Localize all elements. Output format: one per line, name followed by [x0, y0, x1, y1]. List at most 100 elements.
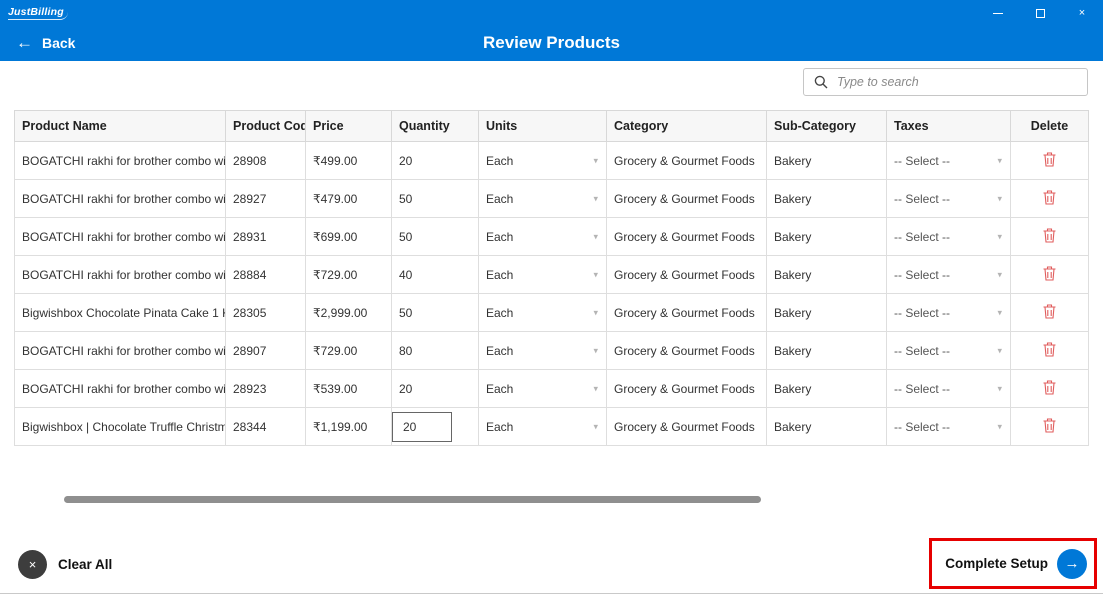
taxes-dropdown[interactable]: -- Select -- ▾: [886, 293, 1011, 332]
taxes-value: -- Select --: [894, 267, 951, 282]
units-value: Each: [486, 229, 514, 244]
units-dropdown[interactable]: Each ▾: [478, 217, 607, 256]
category-cell: Grocery & Gourmet Foods: [606, 255, 767, 294]
minimize-button[interactable]: [977, 0, 1019, 26]
units-value: Each: [486, 419, 514, 434]
table-row: BOGATCHI rakhi for brother combo wi... 2…: [14, 331, 1089, 370]
delete-button[interactable]: [1043, 265, 1056, 281]
units-dropdown[interactable]: Each ▾: [478, 141, 607, 180]
maximize-icon: [1035, 8, 1045, 18]
horizontal-scrollbar[interactable]: [14, 496, 1088, 504]
units-dropdown[interactable]: Each ▾: [478, 331, 607, 370]
taxes-dropdown[interactable]: -- Select -- ▾: [886, 331, 1011, 370]
chevron-down-icon: ▾: [997, 420, 1002, 431]
taxes-dropdown[interactable]: -- Select -- ▾: [886, 179, 1011, 218]
product-name: BOGATCHI rakhi for brother combo wi...: [14, 179, 226, 218]
delete-button[interactable]: [1043, 417, 1056, 433]
clear-all-button[interactable]: × Clear All: [18, 550, 112, 579]
units-value: Each: [486, 191, 514, 206]
product-price: ₹539.00: [305, 369, 392, 408]
products-table: Product Name Product Code Price Quantity…: [14, 110, 1089, 446]
product-price: ₹729.00: [305, 255, 392, 294]
trash-icon: [1043, 151, 1056, 167]
category-cell: Grocery & Gourmet Foods: [606, 369, 767, 408]
quantity-field[interactable]: 40: [391, 255, 479, 294]
quantity-value-focused[interactable]: 20: [392, 411, 452, 442]
taxes-dropdown[interactable]: -- Select -- ▾: [886, 369, 1011, 408]
taxes-value: -- Select --: [894, 191, 951, 206]
chevron-down-icon: ▾: [997, 306, 1002, 317]
column-header-category: Category: [606, 110, 767, 142]
units-dropdown[interactable]: Each ▾: [478, 293, 607, 332]
chevron-down-icon: ▾: [997, 382, 1002, 393]
product-code: 28305: [225, 293, 306, 332]
delete-button[interactable]: [1043, 379, 1056, 395]
delete-button[interactable]: [1043, 341, 1056, 357]
taxes-value: -- Select --: [894, 419, 951, 434]
product-name: BOGATCHI rakhi for brother combo wi...: [14, 331, 226, 370]
complete-setup-button[interactable]: Complete Setup →: [945, 548, 1087, 579]
taxes-dropdown[interactable]: -- Select -- ▾: [886, 141, 1011, 180]
subcategory-cell: Bakery: [766, 369, 887, 408]
category-cell: Grocery & Gourmet Foods: [606, 293, 767, 332]
delete-button[interactable]: [1043, 303, 1056, 319]
taxes-dropdown[interactable]: -- Select -- ▾: [886, 407, 1011, 446]
subcategory-cell: Bakery: [766, 217, 887, 256]
quantity-field[interactable]: 80: [391, 331, 479, 370]
close-icon: ×: [1078, 7, 1086, 19]
arrow-right-icon: →: [1057, 548, 1087, 579]
column-header-product-code: Product Code: [225, 110, 306, 142]
units-value: Each: [486, 153, 514, 168]
close-button[interactable]: ×: [1061, 0, 1103, 26]
taxes-dropdown[interactable]: -- Select -- ▾: [886, 217, 1011, 256]
units-dropdown[interactable]: Each ▾: [478, 179, 607, 218]
chevron-down-icon: ▾: [997, 344, 1002, 355]
delete-button[interactable]: [1043, 227, 1056, 243]
units-value: Each: [486, 305, 514, 320]
category-cell: Grocery & Gourmet Foods: [606, 217, 767, 256]
units-value: Each: [486, 267, 514, 282]
units-dropdown[interactable]: Each ▾: [478, 369, 607, 408]
maximize-button[interactable]: [1019, 0, 1061, 26]
delete-button[interactable]: [1043, 189, 1056, 205]
column-header-quantity: Quantity: [391, 110, 479, 142]
trash-icon: [1043, 303, 1056, 319]
product-name: BOGATCHI rakhi for brother combo wi...: [14, 141, 226, 180]
product-price: ₹729.00: [305, 331, 392, 370]
category-cell: Grocery & Gourmet Foods: [606, 179, 767, 218]
taxes-value: -- Select --: [894, 153, 951, 168]
subcategory-cell: Bakery: [766, 255, 887, 294]
product-code: 28344: [225, 407, 306, 446]
table-row: BOGATCHI rakhi for brother combo wi... 2…: [14, 369, 1089, 408]
header-bar: ← Back Review Products: [0, 26, 1103, 61]
product-name: BOGATCHI rakhi for brother combo wi...: [14, 217, 226, 256]
units-dropdown[interactable]: Each ▾: [478, 255, 607, 294]
search-input[interactable]: [837, 75, 1077, 89]
delete-button[interactable]: [1043, 151, 1056, 167]
product-name: Bigwishbox Chocolate Pinata Cake 1 K...: [14, 293, 226, 332]
search-box[interactable]: [803, 68, 1088, 96]
quantity-field[interactable]: 50: [391, 293, 479, 332]
search-icon: [814, 75, 828, 89]
trash-icon: [1043, 379, 1056, 395]
quantity-value: 50: [399, 191, 413, 206]
quantity-field[interactable]: 20: [391, 407, 479, 446]
app-window: JustBilling × ← Back Review Products Pro…: [0, 0, 1103, 594]
product-price: ₹499.00: [305, 141, 392, 180]
taxes-value: -- Select --: [894, 343, 951, 358]
column-header-sub-category: Sub-Category: [766, 110, 887, 142]
quantity-field[interactable]: 50: [391, 179, 479, 218]
quantity-field[interactable]: 50: [391, 217, 479, 256]
app-logo: JustBilling: [8, 6, 68, 20]
minimize-icon: [993, 12, 1003, 14]
product-name: BOGATCHI rakhi for brother combo wi...: [14, 369, 226, 408]
scrollbar-thumb[interactable]: [64, 496, 761, 503]
subcategory-cell: Bakery: [766, 407, 887, 446]
units-dropdown[interactable]: Each ▾: [478, 407, 607, 446]
clear-all-label: Clear All: [58, 557, 113, 572]
quantity-field[interactable]: 20: [391, 369, 479, 408]
taxes-dropdown[interactable]: -- Select -- ▾: [886, 255, 1011, 294]
product-price: ₹699.00: [305, 217, 392, 256]
quantity-field[interactable]: 20: [391, 141, 479, 180]
taxes-value: -- Select --: [894, 381, 951, 396]
